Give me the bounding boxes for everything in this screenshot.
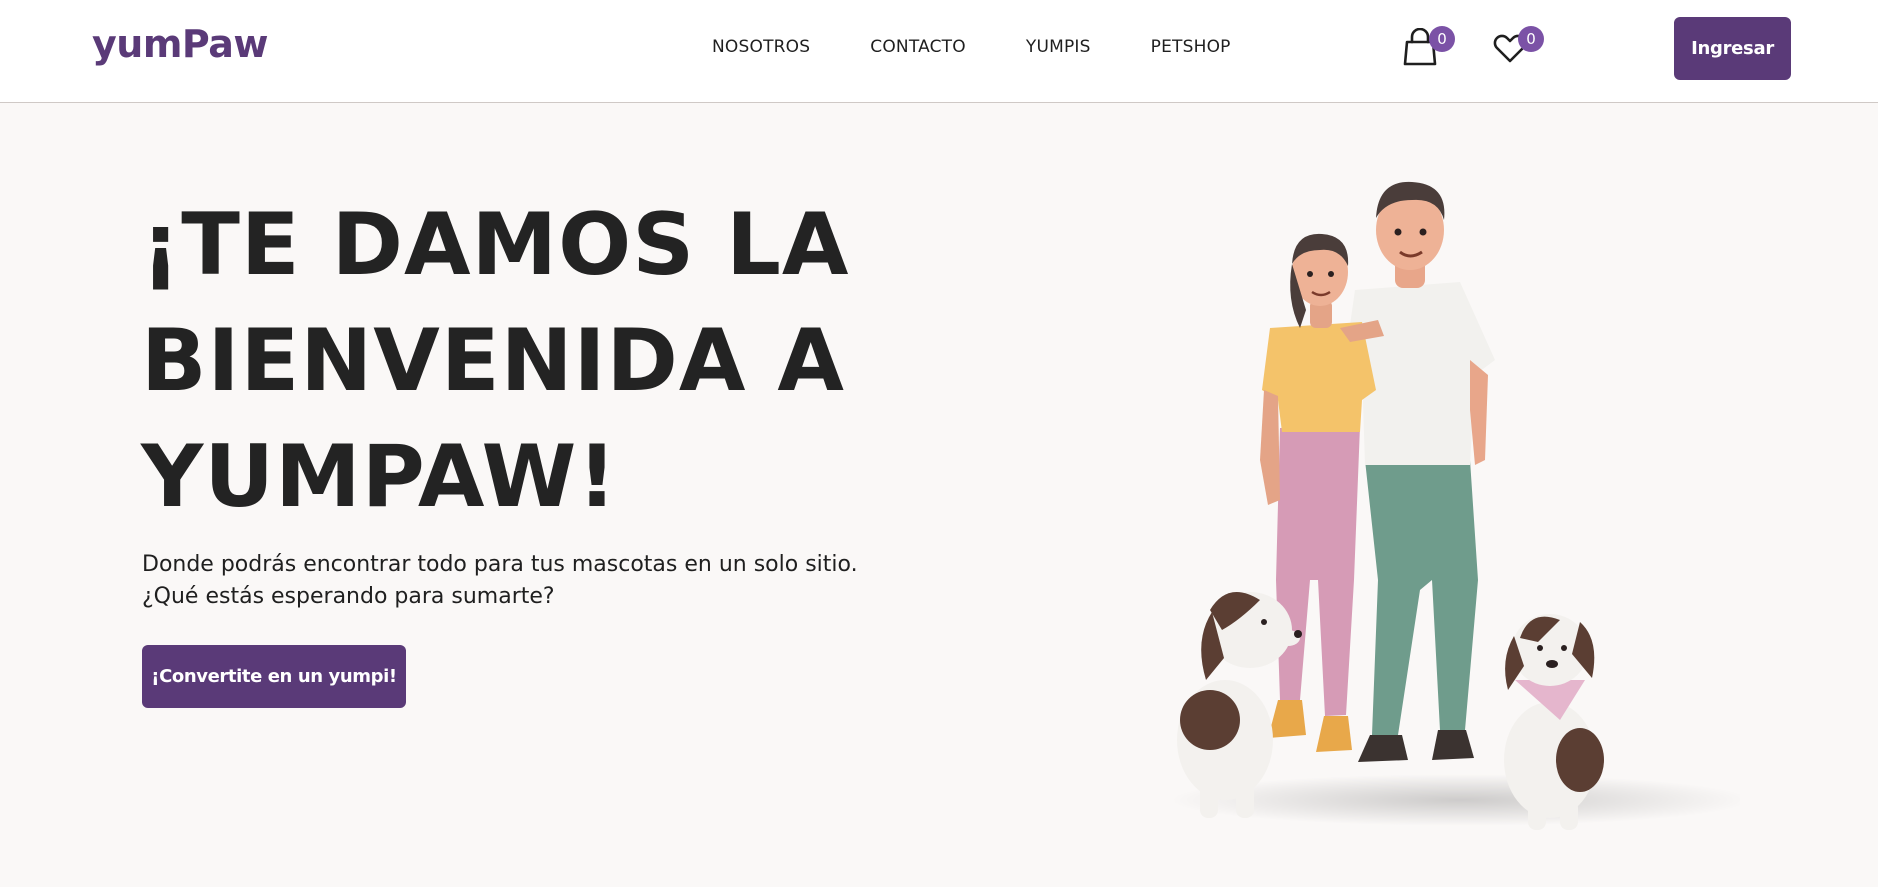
man-figure — [1345, 181, 1495, 762]
nav-item-contacto[interactable]: CONTACTO — [870, 37, 966, 57]
hero-subtitle-line: Donde podrás encontrar todo para tus mas… — [142, 552, 858, 577]
logo[interactable]: yumPaw — [92, 22, 269, 66]
favorites-button[interactable]: 0 — [1492, 26, 1544, 70]
family-with-dogs-illustration — [1170, 181, 1740, 830]
favorites-count-badge: 0 — [1518, 26, 1544, 52]
hero-title-line: ¡TE DAMOS LA — [141, 195, 850, 295]
signup-cta-button[interactable]: ¡Convertite en un yumpi! — [142, 645, 406, 708]
cart-count-badge: 0 — [1429, 26, 1455, 52]
nav-item-petshop[interactable]: PETSHOP — [1151, 37, 1231, 57]
hero-title: ¡TE DAMOS LA BIENVENIDA A YUMPAW! — [141, 187, 901, 535]
hero-subtitle-line: ¿Qué estás esperando para sumarte? — [142, 584, 555, 609]
login-button[interactable]: Ingresar — [1674, 17, 1791, 80]
hero-title-line: YUMPAW! — [141, 427, 618, 527]
nav-item-nosotros[interactable]: NOSOTROS — [712, 37, 810, 57]
hero-title-line: BIENVENIDA A — [141, 311, 845, 411]
nav-item-yumpis[interactable]: YUMPIS — [1026, 37, 1091, 57]
site-header: yumPaw NOSOTROS CONTACTO YUMPIS PETSHOP … — [0, 0, 1878, 103]
hero-subtitle: Donde podrás encontrar todo para tus mas… — [142, 549, 862, 613]
cart-button[interactable]: 0 — [1403, 26, 1455, 70]
main-nav: NOSOTROS CONTACTO YUMPIS PETSHOP — [712, 37, 1291, 57]
